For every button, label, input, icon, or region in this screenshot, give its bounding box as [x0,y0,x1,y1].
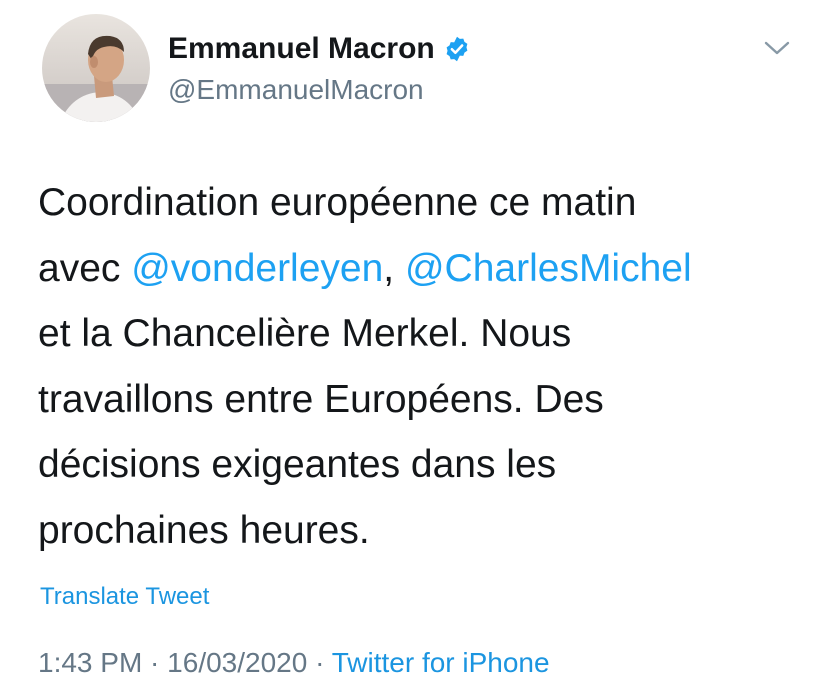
author-name-row[interactable]: Emmanuel Macron [168,30,471,68]
tweet-date: 16/03/2020 [167,647,308,678]
tweet-text-line: travaillons entre Européens. Des [38,377,604,421]
tweet-text-fragment: avec [38,246,132,290]
tweet-time: 1:43 PM [38,647,143,678]
mention-link-charlesmichel[interactable]: @CharlesMichel [405,247,692,290]
avatar-photo [42,14,150,122]
meta-separator: · [142,647,168,678]
mention-link-vonderleyen[interactable]: @vonderleyen [131,247,383,290]
translate-tweet-link[interactable]: Translate Tweet [40,581,209,613]
tweet-meta: 1:43 PM · 16/03/2020 · Twitter for iPhon… [38,645,550,681]
tweet-text: Coordination européenne ce matin avec @v… [38,170,808,563]
author-display-name[interactable]: Emmanuel Macron [168,30,435,68]
author-handle[interactable]: @EmmanuelMacron [168,72,424,108]
avatar[interactable] [42,14,150,122]
tweet-source-link[interactable]: Twitter for iPhone [332,647,550,678]
chevron-down-icon[interactable] [762,36,792,60]
tweet-text-line: et la Chancelière Merkel. Nous [38,312,572,355]
verified-badge-icon [443,35,471,63]
tweet-text-line: décisions exigeantes dans les [38,443,557,486]
meta-separator: · [307,647,332,678]
tweet-text-line: Coordination européenne ce matin [38,181,637,224]
tweet-text-line: avec @vonderleyen, @CharlesMichel [38,236,808,302]
tweet-text-line: prochaines heures. [38,508,370,552]
tweet-text-fragment: , [383,246,405,290]
tweet-card: Emmanuel Macron @EmmanuelMacron Coordina… [0,0,828,700]
